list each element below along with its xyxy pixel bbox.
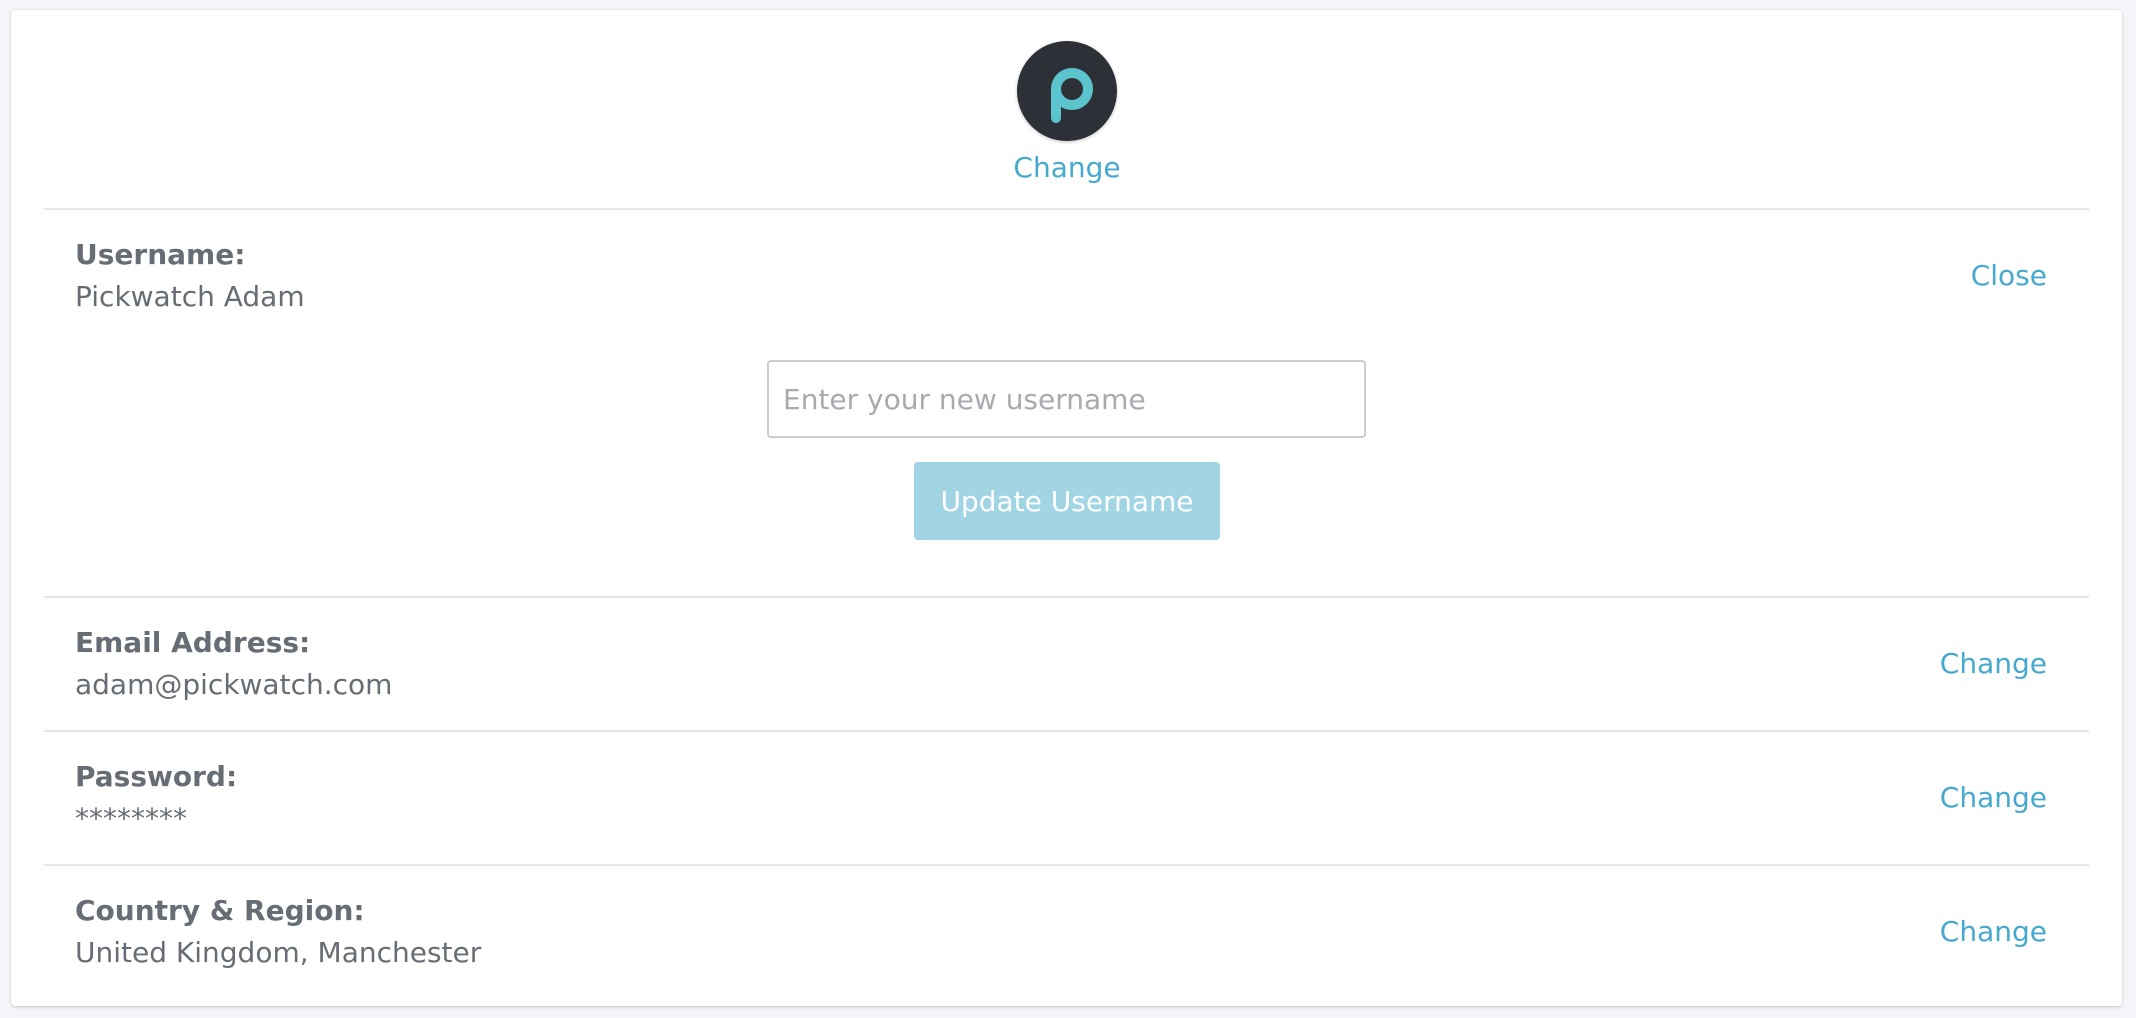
divider xyxy=(44,596,2089,598)
password-value: ******** xyxy=(75,802,187,835)
username-label: Username: xyxy=(75,238,246,271)
country-region-label: Country & Region: xyxy=(75,894,365,927)
change-country-region-link[interactable]: Change xyxy=(1940,914,2047,950)
divider xyxy=(44,730,2089,732)
change-email-link[interactable]: Change xyxy=(1940,646,2047,682)
email-value: adam@pickwatch.com xyxy=(75,668,393,701)
password-label: Password: xyxy=(75,760,238,793)
account-settings-card: Change Username: Pickwatch Adam Close Up… xyxy=(11,10,2122,1006)
pickwatch-logo-icon xyxy=(1051,68,1093,123)
update-username-button[interactable]: Update Username xyxy=(914,462,1220,540)
divider xyxy=(44,864,2089,866)
country-region-value: United Kingdom, Manchester xyxy=(75,936,482,969)
avatar xyxy=(1017,41,1117,141)
divider xyxy=(44,208,2089,210)
username-value: Pickwatch Adam xyxy=(75,280,305,313)
new-username-input[interactable] xyxy=(767,360,1366,438)
change-password-link[interactable]: Change xyxy=(1940,780,2047,816)
change-avatar-link[interactable]: Change xyxy=(917,150,1217,186)
email-label: Email Address: xyxy=(75,626,311,659)
close-username-link[interactable]: Close xyxy=(1971,258,2047,294)
